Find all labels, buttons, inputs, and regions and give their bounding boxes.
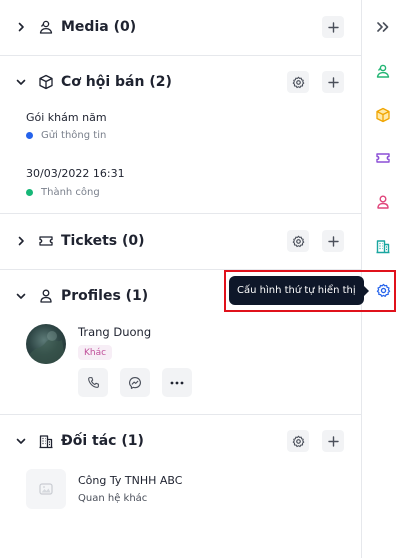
status-label: Gửi thông tin bbox=[41, 129, 107, 141]
media-icon bbox=[37, 19, 54, 36]
profile-tag: Khác bbox=[78, 345, 113, 360]
status-label: Thành công bbox=[41, 186, 100, 198]
opportunity-title[interactable]: Gói khám năm bbox=[26, 111, 107, 124]
section-title: Đối tác (1) bbox=[61, 433, 144, 449]
highlight-box bbox=[224, 270, 396, 312]
opportunity-title[interactable]: 30/03/2022 16:31 bbox=[26, 167, 125, 180]
media-section-header[interactable]: Media (0) bbox=[0, 10, 361, 44]
avatar[interactable] bbox=[26, 324, 66, 364]
add-button[interactable] bbox=[322, 16, 344, 38]
add-button[interactable] bbox=[322, 71, 344, 93]
divider bbox=[0, 414, 361, 415]
box-icon bbox=[37, 74, 54, 91]
chevron-down-icon[interactable] bbox=[15, 290, 27, 302]
company-name[interactable]: Công Ty TNHH ABC bbox=[78, 474, 182, 487]
add-button[interactable] bbox=[322, 230, 344, 252]
status-dot bbox=[26, 131, 33, 139]
settings-button[interactable] bbox=[287, 230, 309, 252]
opportunity-status: Thành công bbox=[26, 185, 100, 199]
settings-button[interactable] bbox=[287, 71, 309, 93]
profile-name[interactable]: Trang Duong bbox=[78, 325, 151, 339]
section-title: Cơ hội bán (2) bbox=[61, 74, 172, 90]
building-icon[interactable] bbox=[373, 236, 393, 256]
settings-button[interactable] bbox=[287, 430, 309, 452]
media-icon[interactable] bbox=[373, 61, 393, 81]
chevron-right-icon[interactable] bbox=[15, 235, 27, 247]
image-placeholder-icon bbox=[39, 483, 53, 495]
more-options-button[interactable] bbox=[162, 368, 192, 397]
profile-icon bbox=[37, 288, 54, 305]
ticket-icon bbox=[37, 233, 54, 250]
double-chevron-right-icon[interactable] bbox=[373, 17, 393, 37]
building-icon bbox=[37, 433, 54, 450]
divider bbox=[0, 213, 361, 214]
box-icon[interactable] bbox=[373, 105, 393, 125]
doi-tac-section-header[interactable]: Đối tác (1) bbox=[0, 424, 361, 458]
chevron-down-icon[interactable] bbox=[15, 435, 27, 447]
co-hoi-ban-section-header[interactable]: Cơ hội bán (2) bbox=[0, 65, 361, 99]
section-title: Tickets (0) bbox=[61, 233, 145, 249]
tickets-section-header[interactable]: Tickets (0) bbox=[0, 224, 361, 258]
company-relation: Quan hệ khác bbox=[78, 493, 148, 504]
chevron-right-icon[interactable] bbox=[15, 21, 27, 33]
status-dot bbox=[26, 188, 33, 196]
messenger-button[interactable] bbox=[120, 368, 150, 397]
company-logo[interactable] bbox=[26, 469, 66, 509]
ticket-icon[interactable] bbox=[373, 148, 393, 168]
divider bbox=[0, 55, 361, 56]
opportunity-status: Gửi thông tin bbox=[26, 128, 106, 142]
chevron-down-icon[interactable] bbox=[15, 76, 27, 88]
section-title: Media (0) bbox=[61, 19, 137, 35]
add-button[interactable] bbox=[322, 430, 344, 452]
section-title: Profiles (1) bbox=[61, 288, 149, 304]
call-button[interactable] bbox=[78, 368, 108, 397]
profile-icon[interactable] bbox=[373, 192, 393, 212]
